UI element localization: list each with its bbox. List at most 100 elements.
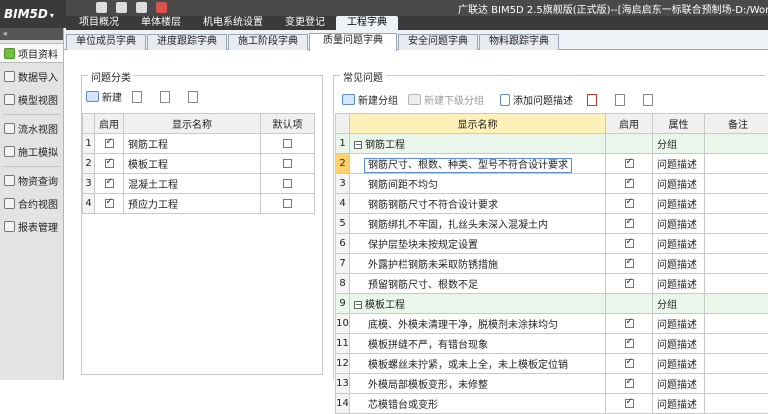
issue-name-cell[interactable]: 钢筋间距不均匀 bbox=[350, 174, 606, 194]
default-checkbox[interactable] bbox=[283, 179, 292, 188]
remark-cell[interactable] bbox=[705, 234, 768, 254]
new-category-button[interactable]: 新建 bbox=[86, 89, 122, 104]
category-name[interactable]: 混凝土工程 bbox=[124, 174, 261, 194]
table-row[interactable]: 3混凝土工程 bbox=[83, 174, 315, 194]
remark-cell[interactable] bbox=[705, 374, 768, 394]
menu-mep-settings[interactable]: 机电系统设置 bbox=[192, 16, 274, 30]
tab-unit-members[interactable]: 单位成员字典 bbox=[66, 34, 146, 50]
app-logo[interactable]: BIM5D▾ bbox=[0, 0, 66, 28]
issue-name-cell[interactable]: 模板拼缝不严，有错台现象 bbox=[350, 334, 606, 354]
enabled-checkbox[interactable] bbox=[625, 199, 634, 208]
enabled-checkbox[interactable] bbox=[105, 199, 114, 208]
remark-cell[interactable] bbox=[705, 194, 768, 214]
remark-cell[interactable] bbox=[705, 294, 768, 314]
tab-quality-issues[interactable]: 质量问题字典 bbox=[309, 33, 397, 51]
enabled-checkbox[interactable] bbox=[625, 239, 634, 248]
remark-cell[interactable] bbox=[705, 354, 768, 374]
issue-name-cell[interactable]: 保护层垫块未按规定设置 bbox=[350, 234, 606, 254]
table-row[interactable]: 13外模局部模板变形，未修整问题描述 bbox=[336, 374, 768, 394]
enabled-checkbox[interactable] bbox=[625, 259, 634, 268]
remark-cell[interactable] bbox=[705, 134, 768, 154]
remark-cell[interactable] bbox=[705, 274, 768, 294]
tab-construction-stage[interactable]: 施工阶段字典 bbox=[228, 34, 308, 50]
issue-name-cell[interactable]: 模板螺丝未拧紧，或未上全，未上模板定位销 bbox=[350, 354, 606, 374]
delete-icon[interactable] bbox=[587, 94, 597, 106]
remark-cell[interactable] bbox=[705, 254, 768, 274]
collapse-toggle-icon[interactable]: − bbox=[354, 301, 362, 309]
settings-icon[interactable] bbox=[136, 2, 147, 13]
enabled-checkbox[interactable] bbox=[625, 319, 634, 328]
category-name[interactable]: 预应力工程 bbox=[124, 194, 261, 214]
move-down-icon[interactable] bbox=[643, 94, 653, 106]
table-row[interactable]: 5钢筋绑扎不牢固，扎丝头未深入混凝土内问题描述 bbox=[336, 214, 768, 234]
tab-safety-issues[interactable]: 安全问题字典 bbox=[398, 34, 478, 50]
issue-name-cell[interactable]: 外模局部模板变形，未修整 bbox=[350, 374, 606, 394]
sidebar-item-project-data[interactable]: 项目资料 bbox=[0, 43, 63, 63]
issue-name-cell[interactable]: 钢筋钢筋尺寸不符合设计要求 bbox=[350, 194, 606, 214]
table-row[interactable]: 2钢筋尺寸、根数、种类、型号不符合设计要求问题描述 bbox=[336, 154, 768, 174]
sidebar-item-model-view[interactable]: 模型视图 bbox=[0, 89, 63, 109]
delete-icon[interactable] bbox=[132, 91, 142, 103]
menu-change-register[interactable]: 变更登记 bbox=[274, 16, 336, 30]
enabled-checkbox[interactable] bbox=[625, 279, 634, 288]
table-row[interactable]: 6保护层垫块未按规定设置问题描述 bbox=[336, 234, 768, 254]
sidebar-item-construction-sim[interactable]: 施工模拟 bbox=[0, 141, 63, 161]
new-sub-group-button[interactable]: 新建下级分组 bbox=[408, 92, 484, 107]
new-file-icon[interactable] bbox=[96, 2, 107, 13]
collapse-sidebar-icon[interactable]: « bbox=[0, 28, 63, 40]
move-down-icon[interactable] bbox=[188, 91, 198, 103]
sidebar-item-data-import[interactable]: 数据导入 bbox=[0, 66, 63, 86]
enabled-checkbox[interactable] bbox=[105, 179, 114, 188]
enabled-checkbox[interactable] bbox=[625, 339, 634, 348]
category-name[interactable]: 钢筋工程 bbox=[124, 134, 261, 154]
table-row[interactable]: 8预留钢筋尺寸、根数不足问题描述 bbox=[336, 274, 768, 294]
collapse-toggle-icon[interactable]: − bbox=[354, 141, 362, 149]
group-row[interactable]: 9−模板工程分组 bbox=[336, 294, 768, 314]
remark-cell[interactable] bbox=[705, 394, 768, 414]
menu-project-dictionary[interactable]: 工程字典 bbox=[336, 16, 398, 30]
enabled-checkbox[interactable] bbox=[625, 359, 634, 368]
enabled-checkbox[interactable] bbox=[625, 179, 634, 188]
issue-name-cell[interactable]: 预留钢筋尺寸、根数不足 bbox=[350, 274, 606, 294]
table-row[interactable]: 14芯模错台或变形问题描述 bbox=[336, 394, 768, 414]
table-row[interactable]: 4钢筋钢筋尺寸不符合设计要求问题描述 bbox=[336, 194, 768, 214]
move-up-icon[interactable] bbox=[160, 91, 170, 103]
remark-cell[interactable] bbox=[705, 174, 768, 194]
remark-cell[interactable] bbox=[705, 154, 768, 174]
issue-name-cell[interactable]: 钢筋尺寸、根数、种类、型号不符合设计要求 bbox=[350, 154, 606, 174]
sidebar-item-contract-view[interactable]: 合约视图 bbox=[0, 193, 63, 213]
tab-material-tracking[interactable]: 物料跟踪字典 bbox=[479, 34, 559, 50]
table-row[interactable]: 11模板拼缝不严，有错台现象问题描述 bbox=[336, 334, 768, 354]
sidebar-item-report-management[interactable]: 报表管理 bbox=[0, 216, 63, 236]
group-row[interactable]: 1−钢筋工程分组 bbox=[336, 134, 768, 154]
enabled-checkbox[interactable] bbox=[105, 159, 114, 168]
add-description-button[interactable]: 添加问题描述 bbox=[500, 92, 573, 107]
issue-name-cell[interactable]: 外露护栏钢筋未采取防锈措施 bbox=[350, 254, 606, 274]
group-name-cell[interactable]: −钢筋工程 bbox=[350, 134, 606, 154]
new-group-button[interactable]: 新建分组 bbox=[342, 92, 398, 107]
remark-cell[interactable] bbox=[705, 314, 768, 334]
table-row[interactable]: 1钢筋工程 bbox=[83, 134, 315, 154]
issue-name-cell[interactable]: 底模、外模未清理干净，脱模剂未涂抹均匀 bbox=[350, 314, 606, 334]
tab-progress-tracking[interactable]: 进度跟踪字典 bbox=[147, 34, 227, 50]
default-checkbox[interactable] bbox=[283, 159, 292, 168]
table-row[interactable]: 4预应力工程 bbox=[83, 194, 315, 214]
remark-cell[interactable] bbox=[705, 214, 768, 234]
default-checkbox[interactable] bbox=[283, 199, 292, 208]
sidebar-item-material-query[interactable]: 物资查询 bbox=[0, 170, 63, 190]
save-icon[interactable] bbox=[116, 2, 127, 13]
close-project-icon[interactable] bbox=[156, 2, 167, 13]
issue-name-cell[interactable]: 钢筋绑扎不牢固，扎丝头未深入混凝土内 bbox=[350, 214, 606, 234]
sidebar-item-flow-view[interactable]: 流水视图 bbox=[0, 118, 63, 138]
menu-project-overview[interactable]: 项目概况 bbox=[68, 16, 130, 30]
default-checkbox[interactable] bbox=[283, 139, 292, 148]
table-row[interactable]: 7外露护栏钢筋未采取防锈措施问题描述 bbox=[336, 254, 768, 274]
enabled-checkbox[interactable] bbox=[625, 399, 634, 408]
enabled-checkbox[interactable] bbox=[105, 139, 114, 148]
move-up-icon[interactable] bbox=[615, 94, 625, 106]
category-name[interactable]: 模板工程 bbox=[124, 154, 261, 174]
group-name-cell[interactable]: −模板工程 bbox=[350, 294, 606, 314]
table-row[interactable]: 12模板螺丝未拧紧，或未上全，未上模板定位销问题描述 bbox=[336, 354, 768, 374]
table-row[interactable]: 10底模、外模未清理干净，脱模剂未涂抹均匀问题描述 bbox=[336, 314, 768, 334]
enabled-checkbox[interactable] bbox=[625, 219, 634, 228]
